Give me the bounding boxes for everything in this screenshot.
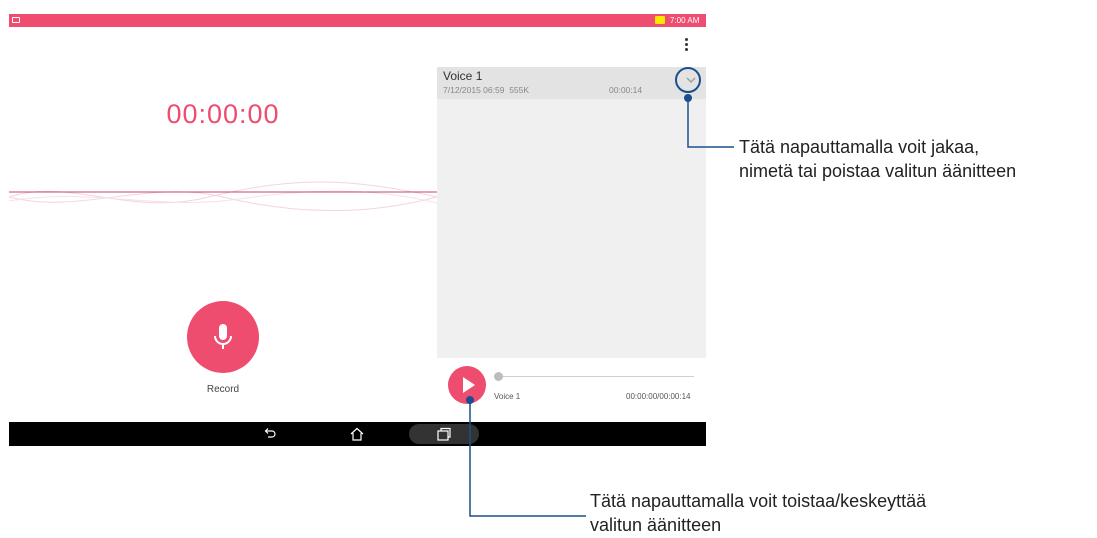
callout-options-line-1: Tätä napauttamalla voit jakaa, (739, 137, 980, 157)
record-label: Record (206, 384, 240, 395)
recents-icon[interactable] (436, 427, 452, 441)
status-time: 7:00 AM (670, 16, 700, 25)
recording-title: Voice 1 (443, 69, 483, 83)
callout-play-line-1: Tätä napauttamalla voit toistaa/keskeytt… (590, 491, 927, 511)
recording-meta: 7/12/2015 06:59 555K (443, 85, 529, 95)
callout-options-line-2: nimetä tai poistaa valitun äänitteen (739, 161, 1017, 181)
player-bar: Voice 1 00:00:00/00:00:14 (437, 358, 706, 422)
recording-size: 555K (509, 85, 530, 95)
callout-play-text: Tätä napauttamalla voit toistaa/keskeytt… (590, 489, 926, 537)
progress-thumb[interactable] (494, 372, 503, 381)
home-icon[interactable] (349, 427, 365, 441)
play-button[interactable] (448, 366, 486, 404)
player-track-name: Voice 1 (494, 392, 521, 401)
play-icon (463, 377, 475, 393)
overflow-menu-icon[interactable] (681, 38, 691, 54)
status-bar: 7:00 AM (9, 14, 706, 27)
recording-date: 7/12/2015 06:59 (443, 85, 505, 95)
battery-icon (655, 16, 665, 24)
progress-track[interactable] (496, 376, 694, 377)
callout-options-text: Tätä napauttamalla voit jakaa, nimetä ta… (739, 135, 1016, 183)
record-timer: 00:00:00 (166, 99, 280, 129)
navigation-bar (9, 422, 706, 446)
record-button[interactable] (187, 301, 259, 373)
recordings-panel: Voice 1 7/12/2015 06:59 555K 00:00:14 Vo… (437, 67, 706, 422)
waveform (9, 181, 437, 211)
back-icon[interactable] (262, 427, 278, 441)
chevron-down-icon[interactable] (683, 72, 699, 88)
player-time: 00:00:00/00:00:14 (626, 392, 691, 401)
notification-icon (12, 17, 20, 23)
recording-list-item[interactable]: Voice 1 7/12/2015 06:59 555K 00:00:14 (437, 67, 706, 99)
callout-play-line-2: valitun äänitteen (590, 515, 722, 535)
recording-duration: 00:00:14 (609, 85, 643, 95)
app-bar (9, 27, 706, 67)
device-screen: 7:00 AM 00:00:00 Record Voice 1 7/12/201… (9, 14, 706, 446)
microphone-icon (214, 324, 232, 349)
recorder-panel: 00:00:00 Record (9, 67, 437, 422)
